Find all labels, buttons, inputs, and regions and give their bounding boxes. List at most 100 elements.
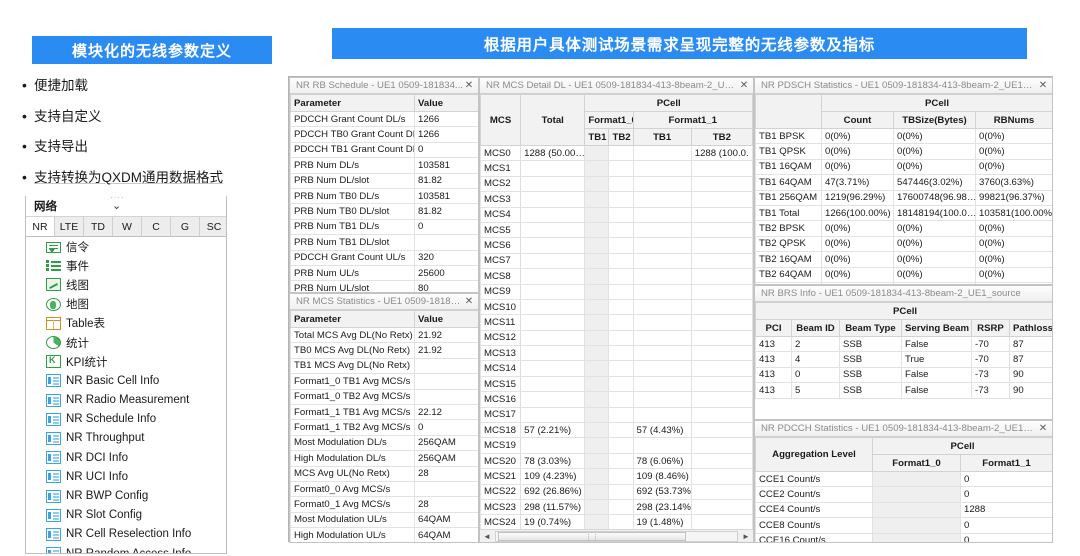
- table-cell[interactable]: PRB Num UL/slot: [290, 280, 415, 292]
- table-row[interactable]: MCS10: [480, 299, 753, 316]
- table-row[interactable]: PRB Num DL/s 103581: [290, 157, 478, 174]
- table-cell[interactable]: 109 (8.46%): [632, 468, 692, 485]
- table-cell[interactable]: 0: [960, 471, 1052, 488]
- table-cell[interactable]: Format1_1 TB1 Avg MCS/s: [290, 404, 415, 421]
- table-cell[interactable]: 0: [414, 219, 478, 236]
- table-cell[interactable]: TB1 256QAM: [755, 190, 822, 206]
- table-cell[interactable]: [584, 222, 610, 239]
- panel-title-bar[interactable]: NR BRS Info - UE1 0509-181834-413-8beam-…: [755, 286, 1052, 302]
- table-row[interactable]: TB1 QPSK 0(0%) 0(0%) 0(0%): [755, 143, 1052, 160]
- table-cell[interactable]: [414, 389, 478, 405]
- table-row[interactable]: CCE1 Count/s 0: [755, 471, 1052, 488]
- table-cell[interactable]: 0(0%): [974, 128, 1052, 145]
- table-row[interactable]: MCS7: [480, 253, 753, 270]
- table-cell[interactable]: [608, 330, 634, 347]
- table-cell[interactable]: [872, 533, 961, 542]
- table-cell[interactable]: [584, 268, 610, 285]
- table-row[interactable]: MCS Avg UL(No Retx) 28: [290, 466, 478, 482]
- table-cell[interactable]: [608, 453, 634, 470]
- table-cell[interactable]: MCS3: [480, 191, 522, 208]
- col-value[interactable]: Value: [414, 94, 478, 112]
- table-cell[interactable]: [520, 345, 586, 362]
- table-cell[interactable]: TB1 MCS Avg DL(No Retx): [290, 358, 415, 375]
- table-cell[interactable]: 28: [414, 466, 478, 482]
- table-cell[interactable]: 0(0%): [974, 159, 1052, 176]
- table-row[interactable]: TB1 64QAM 47(3.71%) 547446(3.02%) 3760(3.63…: [755, 174, 1052, 191]
- panel-title-bar[interactable]: NR PDSCH Statistics - UE1 0509-181834-41…: [755, 78, 1052, 94]
- table-cell[interactable]: 109 (4.23%): [520, 468, 586, 485]
- table-cell[interactable]: [584, 314, 610, 331]
- table-cell[interactable]: MCS19: [480, 437, 522, 454]
- table-cell[interactable]: 692 (26.86%): [520, 484, 586, 500]
- table-body[interactable]: TB1 BPSK 0(0%) 0(0%) 0(0%) TB1 QPSK 0(0%) 0(0%…: [755, 128, 1052, 284]
- table-cell[interactable]: MCS7: [480, 253, 522, 270]
- col-format1-0[interactable]: Format1_0: [584, 111, 634, 129]
- table-cell[interactable]: [520, 407, 586, 424]
- table-row[interactable]: Format1_1 TB1 Avg MCS/s 22.12: [290, 404, 478, 421]
- table-cell[interactable]: 18148194(100.0…: [893, 205, 976, 222]
- table-row[interactable]: MCS4: [480, 207, 753, 223]
- table-row[interactable]: MCS16: [480, 391, 753, 408]
- table-cell[interactable]: 0(0%): [821, 220, 894, 237]
- rat-tab-w[interactable]: W: [113, 217, 142, 236]
- table-cell[interactable]: -70: [971, 336, 1010, 353]
- table-cell[interactable]: -70: [971, 351, 1010, 368]
- table-cell[interactable]: TB1 QPSK: [755, 143, 822, 160]
- table-cell[interactable]: [690, 207, 753, 223]
- table-row[interactable]: 413 4 SSB True -70 87: [755, 351, 1052, 368]
- close-icon[interactable]: ✕: [1037, 80, 1049, 91]
- col-rbnums[interactable]: RBNums: [974, 111, 1052, 129]
- table-cell[interactable]: 0: [791, 367, 840, 384]
- col-beam-type[interactable]: Beam Type: [839, 319, 902, 337]
- table-row[interactable]: MCS13: [480, 345, 753, 362]
- table-cell[interactable]: 103581: [414, 157, 478, 174]
- table-cell[interactable]: 0(0%): [821, 128, 894, 145]
- table-cell[interactable]: [632, 222, 692, 239]
- table-cell[interactable]: False: [901, 336, 972, 353]
- table-cell[interactable]: [608, 499, 634, 516]
- table-cell[interactable]: [520, 284, 586, 300]
- table-cell[interactable]: CCE8 Count/s: [755, 517, 873, 534]
- table-cell[interactable]: PRB Num TB0 DL/slot: [290, 203, 415, 220]
- table-row[interactable]: Most Modulation DL/s 256QAM: [290, 435, 478, 452]
- table-row[interactable]: MCS18 57 (2.21%) 57 (4.43%): [480, 422, 753, 439]
- table-cell[interactable]: 28: [414, 496, 478, 513]
- table-cell[interactable]: 0(0%): [893, 267, 976, 283]
- table-cell[interactable]: 21.92: [414, 342, 478, 359]
- table-cell[interactable]: [690, 422, 753, 439]
- table-cell[interactable]: 90: [1008, 382, 1052, 399]
- table-row[interactable]: Format0_1 Avg MCS/s 28: [290, 496, 478, 513]
- table-cell[interactable]: [584, 391, 610, 408]
- table-cell[interactable]: MCS23: [480, 499, 522, 516]
- table-cell[interactable]: CCE4 Count/s: [755, 502, 873, 519]
- navigator-tree[interactable]: 信令事件线图地图 Table表统计 KPI统计 NR Basic Cell Info N…: [26, 237, 226, 553]
- table-cell[interactable]: MCS13: [480, 345, 522, 362]
- table-cell[interactable]: 57 (2.21%): [520, 422, 586, 439]
- table-cell[interactable]: MCS5: [480, 222, 522, 239]
- table-cell[interactable]: [520, 191, 586, 208]
- table-cell[interactable]: 0(0%): [893, 236, 976, 253]
- table-row[interactable]: MCS21 109 (4.23%) 109 (8.46%): [480, 468, 753, 485]
- table-cell[interactable]: 256QAM: [414, 450, 478, 467]
- table-cell[interactable]: TB1 Total: [755, 205, 822, 222]
- table-cell[interactable]: Format1_0 TB1 Avg MCS/s: [290, 373, 415, 390]
- table-cell[interactable]: [608, 207, 634, 223]
- table-cell[interactable]: MCS15: [480, 376, 522, 393]
- table-cell[interactable]: PRB Num UL/s: [290, 265, 415, 282]
- table-cell[interactable]: [632, 299, 692, 316]
- table-cell[interactable]: 298 (11.57%): [520, 499, 586, 516]
- table-row[interactable]: TB1 BPSK 0(0%) 0(0%) 0(0%): [755, 128, 1052, 145]
- col-mcs[interactable]: MCS: [480, 94, 522, 146]
- table-cell[interactable]: [690, 299, 753, 316]
- table-cell[interactable]: 57 (4.43%): [632, 422, 692, 439]
- panel-nr-pdsch-statistics[interactable]: NR PDSCH Statistics - UE1 0509-181834-41…: [754, 77, 1053, 285]
- table-cell[interactable]: PRB Num TB1 DL/s: [290, 219, 415, 236]
- table-cell[interactable]: PRB Num TB0 DL/s: [290, 188, 415, 205]
- table-cell[interactable]: 19 (0.74%): [520, 514, 586, 531]
- table-cell[interactable]: 0(0%): [821, 267, 894, 283]
- table-cell[interactable]: SSB: [839, 367, 902, 384]
- table-cell[interactable]: [690, 253, 753, 270]
- table-cell[interactable]: [608, 391, 634, 408]
- col-format1-1[interactable]: Format1_1: [960, 454, 1052, 472]
- table-cell[interactable]: [520, 299, 586, 316]
